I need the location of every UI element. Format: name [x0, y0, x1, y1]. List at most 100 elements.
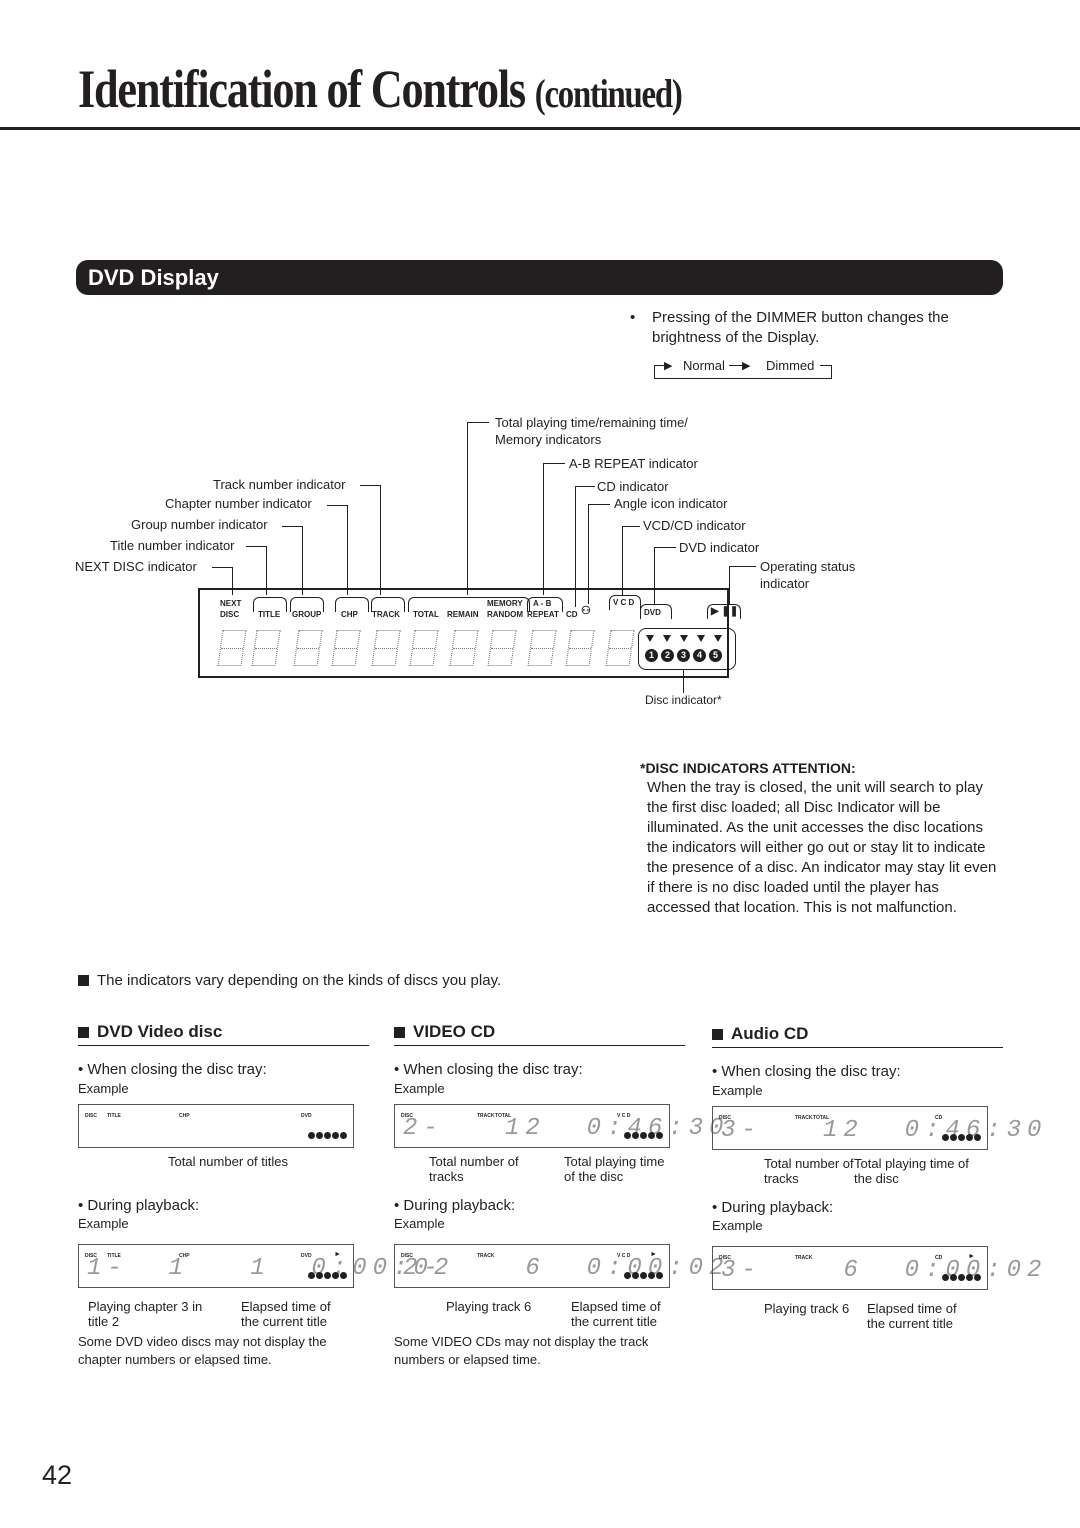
display-digits: 3- 12 0:46:30	[721, 1117, 1048, 1144]
callout-group-number: Group number indicator	[131, 517, 268, 532]
disc-4-indicator: 4	[693, 649, 706, 662]
closing-label: • When closing the disc tray:	[394, 1061, 583, 1078]
disc-indicators	[623, 1132, 663, 1139]
playback-label: • During playback:	[394, 1197, 516, 1214]
playback-display: DISC TITLE CHP DVD 1- 1 1 0:00:02 ►	[78, 1244, 448, 1288]
playback-label: • During playback:	[712, 1199, 834, 1216]
display-digits: 2- 6 0:00:02	[403, 1255, 730, 1282]
label-total: TOTAL	[413, 610, 439, 619]
label-memory: MEMORY	[487, 599, 523, 608]
dimmer-note: • Pressing of the DIMMER button changes …	[630, 308, 990, 348]
example-label: Example	[394, 1216, 445, 1231]
attention-heading: *DISC INDICATORS ATTENTION:	[640, 760, 856, 776]
column-footnote: Some VIDEO CDs may not display the track…	[394, 1334, 649, 1367]
square-bullet-icon	[78, 1027, 89, 1038]
page-title-text: Identification of Controls	[78, 59, 526, 119]
example-label: Example	[394, 1081, 445, 1096]
vary-note: The indicators vary depending on the kin…	[78, 971, 501, 991]
dimmer-cycle-diagram: ▶ Normal ▶ Dimmed	[654, 357, 832, 379]
label-cd: CD	[566, 610, 578, 619]
label-repeat: REPEAT	[527, 610, 559, 619]
play-icon: ►	[334, 1251, 341, 1258]
disc-indicator-panel: 12345	[638, 628, 736, 670]
disc-indicators	[623, 1272, 663, 1279]
closing-caption-1: Total number of titles	[168, 1154, 288, 1169]
label-disc: DISC	[220, 610, 240, 619]
display-label: DISC	[85, 1113, 97, 1119]
arrow-right-icon: ▶	[742, 360, 751, 372]
closing-label: • When closing the disc tray:	[712, 1063, 901, 1080]
disc-attention: *DISC INDICATORS ATTENTION: When the tra…	[640, 758, 1005, 918]
example-label: Example	[712, 1218, 763, 1233]
playback-caption-2: Elapsed time of the current title	[571, 1299, 661, 1329]
angle-icon: ⚇	[581, 605, 591, 617]
disc-indicators	[941, 1134, 981, 1141]
callout-angle: Angle icon indicator	[614, 496, 728, 511]
disc-triangles	[641, 635, 726, 642]
callout-ab-repeat: A-B REPEAT indicator	[569, 456, 698, 471]
column-rule	[78, 1045, 369, 1046]
callout-next-disc: NEXT DISC indicator	[75, 559, 197, 574]
playback-caption-2: Elapsed time of the current title	[241, 1299, 331, 1329]
arrow-right-icon: ▶	[664, 360, 673, 372]
callout-chapter-number: Chapter number indicator	[165, 496, 312, 511]
playback-display: DISC TRACK V C D 2- 6 0:00:02 ►	[394, 1244, 723, 1288]
display-digits: 2- 12 0:46:30	[403, 1115, 730, 1142]
play-icon: ►	[650, 1251, 657, 1258]
column-heading: DVD Video disc	[78, 1022, 222, 1042]
display-digits: 3- 6 0:00:02	[721, 1257, 1048, 1284]
column-heading: VIDEO CD	[394, 1022, 495, 1042]
attention-body: When the tray is closed, the unit will s…	[647, 779, 997, 916]
closing-caption-2: Total playing time of the disc	[564, 1154, 665, 1184]
label-next: NEXT	[220, 599, 242, 608]
dimmer-normal: Normal	[683, 358, 725, 373]
display-label: DVD	[301, 1113, 312, 1119]
square-bullet-icon	[394, 1027, 405, 1038]
square-bullet-icon	[712, 1029, 723, 1040]
playback-caption-2: Elapsed time of the current title	[867, 1301, 957, 1331]
example-label: Example	[78, 1081, 129, 1096]
play-icon: ►	[968, 1253, 975, 1260]
disc-indicators	[307, 1272, 347, 1279]
playback-caption-1: Playing track 6	[446, 1299, 532, 1314]
closing-display: DISC TRACK TOTAL CD 3- 12 0:46:30	[712, 1106, 1041, 1150]
page-title-suffix: (continued)	[534, 71, 683, 116]
section-header: DVD Display	[76, 260, 1003, 295]
closing-display: DISC TRACK TOTAL V C D 2- 12 0:46:30	[394, 1104, 723, 1148]
vary-note-text: The indicators vary depending on the kin…	[97, 972, 502, 989]
label-title: TITLE	[258, 610, 281, 619]
dimmer-note-text: Pressing of the DIMMER button changes th…	[652, 309, 949, 346]
label-ab: A - B	[533, 599, 552, 608]
example-label: Example	[712, 1083, 763, 1098]
closing-label: • When closing the disc tray:	[78, 1061, 267, 1078]
label-track: TRACK	[372, 610, 400, 619]
callout-total-time: Total playing time/remaining time/	[495, 415, 688, 430]
label-random: RANDOM	[487, 610, 523, 619]
header-rule	[0, 127, 1080, 130]
callout-cd: CD indicator	[597, 479, 669, 494]
column-rule	[712, 1047, 1003, 1048]
label-vcd: V C D	[613, 598, 635, 607]
disc-indicators	[941, 1274, 981, 1281]
closing-caption-2: Total playing time of the disc	[854, 1156, 969, 1186]
example-label: Example	[78, 1216, 129, 1231]
disc-indicators	[307, 1132, 347, 1139]
bullet: •	[630, 309, 636, 326]
playback-label: • During playback:	[78, 1197, 200, 1214]
closing-display: DISC TITLE CHP DVD	[78, 1104, 354, 1148]
playback-display: DISC TRACK CD 3- 6 0:00:02 ►	[712, 1246, 1041, 1290]
disc-1-indicator: 1	[645, 649, 658, 662]
column-heading-text: Audio CD	[731, 1024, 809, 1043]
closing-caption-1: Total number of tracks	[429, 1154, 519, 1184]
column-footnote: Some DVD video discs may not display the…	[78, 1334, 327, 1367]
callout-dvd: DVD indicator	[679, 540, 760, 555]
column-heading: Audio CD	[712, 1024, 808, 1044]
column-heading-text: VIDEO CD	[413, 1022, 496, 1041]
label-chp: CHP	[341, 610, 358, 619]
label-group: GROUP	[292, 610, 322, 619]
column-heading-text: DVD Video disc	[97, 1022, 223, 1041]
callout-title-number: Title number indicator	[110, 538, 235, 553]
label-dvd: DVD	[644, 608, 661, 617]
callout-vcd-cd: VCD/CD indicator	[643, 518, 746, 533]
column-rule	[394, 1045, 685, 1046]
